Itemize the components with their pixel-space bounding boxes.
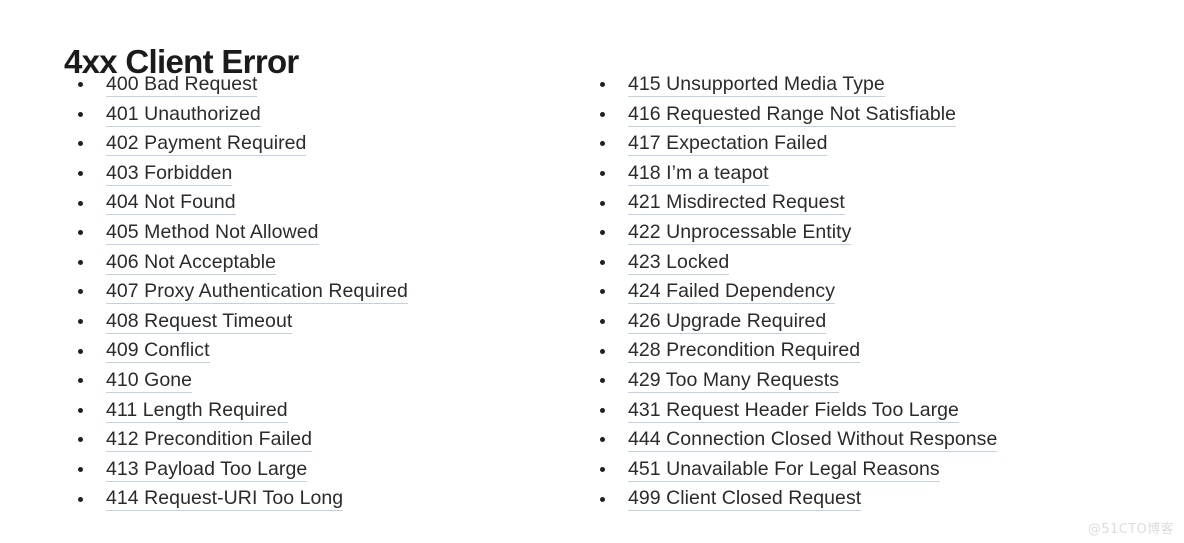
list-item: 451 Unavailable For Legal Reasons	[588, 455, 1148, 485]
bullet-icon	[600, 200, 605, 206]
bullet-icon	[600, 171, 605, 177]
list-item: 426 Upgrade Required	[588, 307, 1148, 337]
list-item: 404 Not Found	[66, 188, 586, 218]
list-item: 424 Failed Dependency	[588, 277, 1148, 307]
bullet-icon	[600, 82, 605, 88]
status-code-link-423[interactable]: 423 Locked	[628, 250, 730, 275]
bullet-icon	[600, 378, 605, 384]
list-item: 416 Requested Range Not Satisfiable	[588, 100, 1148, 130]
list-item: 402 Payment Required	[66, 129, 586, 159]
list-item: 414 Request-URI Too Long	[66, 484, 586, 514]
status-code-link-414[interactable]: 414 Request-URI Too Long	[106, 487, 344, 512]
status-code-link-431[interactable]: 431 Request Header Fields Too Large	[628, 398, 959, 423]
status-code-link-417[interactable]: 417 Expectation Failed	[628, 132, 828, 157]
left-column: 400 Bad Request 401 Unauthorized 402 Payme…	[66, 70, 586, 514]
list-item: 406 Not Acceptable	[66, 248, 586, 278]
list-item: 403 Forbidden	[66, 159, 586, 189]
bullet-icon	[78, 319, 83, 325]
bullet-icon	[78, 111, 83, 117]
list-item: 411 Length Required	[66, 396, 586, 426]
list-item: 421 Misdirected Request	[588, 188, 1148, 218]
status-code-link-416[interactable]: 416 Requested Range Not Satisfiable	[628, 102, 957, 127]
watermark: @51CTO博客	[1088, 522, 1174, 537]
list-item: 413 Payload Too Large	[66, 455, 586, 485]
status-code-link-406[interactable]: 406 Not Acceptable	[106, 250, 277, 275]
status-code-link-403[interactable]: 403 Forbidden	[106, 161, 233, 186]
bullet-icon	[600, 319, 605, 325]
status-code-link-411[interactable]: 411 Length Required	[106, 398, 288, 423]
bullet-icon	[600, 496, 605, 502]
status-code-link-451[interactable]: 451 Unavailable For Legal Reasons	[628, 457, 940, 482]
status-code-link-422[interactable]: 422 Unprocessable Entity	[628, 220, 852, 245]
status-code-link-410[interactable]: 410 Gone	[106, 368, 193, 393]
list-item: 409 Conflict	[66, 336, 586, 366]
status-code-link-401[interactable]: 401 Unauthorized	[106, 102, 261, 127]
list-item: 499 Client Closed Request	[588, 484, 1148, 514]
status-code-link-421[interactable]: 421 Misdirected Request	[628, 191, 845, 216]
list-item: 423 Locked	[588, 248, 1148, 278]
status-code-link-429[interactable]: 429 Too Many Requests	[628, 368, 839, 393]
status-code-link-408[interactable]: 408 Request Timeout	[106, 309, 293, 334]
status-code-link-407[interactable]: 407 Proxy Authentication Required	[106, 280, 408, 305]
bullet-icon	[78, 141, 83, 147]
bullet-icon	[78, 230, 83, 236]
bullet-icon	[600, 141, 605, 147]
list-item: 418 I’m a teapot	[588, 159, 1148, 189]
status-code-link-405[interactable]: 405 Method Not Allowed	[106, 220, 319, 245]
list-item: 412 Precondition Failed	[66, 425, 586, 455]
bullet-icon	[78, 200, 83, 206]
bullet-icon	[78, 378, 83, 384]
list-item: 444 Connection Closed Without Response	[588, 425, 1148, 455]
bullet-icon	[78, 171, 83, 177]
status-code-link-444[interactable]: 444 Connection Closed Without Response	[628, 428, 998, 453]
list-item: 405 Method Not Allowed	[66, 218, 586, 248]
status-code-list-left: 400 Bad Request 401 Unauthorized 402 Payme…	[66, 70, 586, 514]
status-code-link-426[interactable]: 426 Upgrade Required	[628, 309, 827, 334]
status-code-link-402[interactable]: 402 Payment Required	[106, 132, 307, 157]
status-code-link-424[interactable]: 424 Failed Dependency	[628, 280, 836, 305]
bullet-icon	[600, 259, 605, 265]
right-column: 415 Unsupported Media Type 416 Requested …	[588, 70, 1148, 514]
status-code-link-428[interactable]: 428 Precondition Required	[628, 339, 861, 364]
status-code-link-413[interactable]: 413 Payload Too Large	[106, 457, 308, 482]
list-item: 428 Precondition Required	[588, 336, 1148, 366]
list-item: 429 Too Many Requests	[588, 366, 1148, 396]
status-code-link-404[interactable]: 404 Not Found	[106, 191, 236, 216]
list-item: 431 Request Header Fields Too Large	[588, 396, 1148, 426]
list-item: 417 Expectation Failed	[588, 129, 1148, 159]
list-item: 408 Request Timeout	[66, 307, 586, 337]
status-code-link-400[interactable]: 400 Bad Request	[106, 73, 258, 97]
bullet-icon	[600, 348, 605, 354]
status-code-link-415[interactable]: 415 Unsupported Media Type	[628, 73, 885, 97]
bullet-icon	[78, 82, 83, 88]
bullet-icon	[600, 437, 605, 443]
list-item: 410 Gone	[66, 366, 586, 396]
bullet-icon	[600, 467, 605, 473]
page-root: 4xx Client Error 400 Bad Request 401 Unau…	[0, 0, 1184, 543]
bullet-icon	[78, 348, 83, 354]
list-item: 422 Unprocessable Entity	[588, 218, 1148, 248]
bullet-icon	[600, 230, 605, 236]
status-code-link-418[interactable]: 418 I’m a teapot	[628, 161, 769, 186]
status-code-link-499[interactable]: 499 Client Closed Request	[628, 487, 862, 512]
bullet-icon	[78, 437, 83, 443]
bullet-icon	[78, 496, 83, 502]
status-code-link-409[interactable]: 409 Conflict	[106, 339, 210, 364]
bullet-icon	[600, 111, 605, 117]
bullet-icon	[600, 289, 605, 295]
list-item: 407 Proxy Authentication Required	[66, 277, 586, 307]
bullet-icon	[78, 407, 83, 413]
bullet-icon	[600, 407, 605, 413]
list-item: 401 Unauthorized	[66, 100, 586, 130]
status-code-link-412[interactable]: 412 Precondition Failed	[106, 428, 313, 453]
list-item: 415 Unsupported Media Type	[588, 70, 1148, 100]
bullet-icon	[78, 467, 83, 473]
status-code-list-right: 415 Unsupported Media Type 416 Requested …	[588, 70, 1148, 514]
bullet-icon	[78, 259, 83, 265]
list-item: 400 Bad Request	[66, 70, 586, 100]
bullet-icon	[78, 289, 83, 295]
